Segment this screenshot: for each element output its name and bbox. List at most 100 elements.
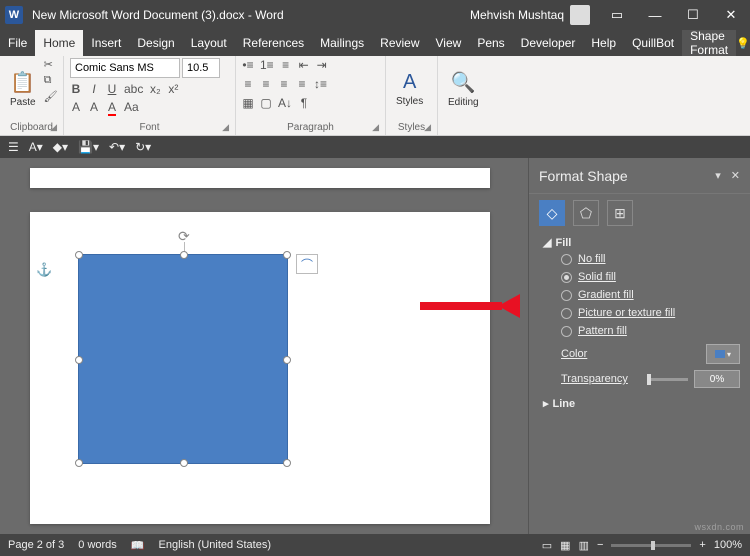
fill-color-button[interactable]: ▾ xyxy=(706,344,740,364)
styles-launcher[interactable]: ◢ xyxy=(424,122,431,133)
shape-rectangle[interactable] xyxy=(78,254,288,464)
fill-section-toggle[interactable]: ◢ Fill xyxy=(543,236,740,249)
strikethrough-button[interactable]: abc xyxy=(124,82,143,96)
transparency-value[interactable]: 0% xyxy=(694,370,740,388)
pane-dropdown[interactable]: ▾ xyxy=(715,169,721,182)
resize-handle-nw[interactable] xyxy=(75,251,83,259)
justify-button[interactable]: ≡ xyxy=(296,77,308,91)
fill-pattern-fill[interactable]: Pattern fill xyxy=(561,325,740,337)
save-qat[interactable]: 💾▾ xyxy=(78,140,99,154)
spellcheck-icon[interactable]: 📖 xyxy=(131,539,145,552)
resize-handle-s[interactable] xyxy=(180,459,188,467)
fill-gradient-fill[interactable]: Gradient fill xyxy=(561,289,740,301)
zoom-level[interactable]: 100% xyxy=(714,539,742,551)
underline-button[interactable]: U xyxy=(106,82,118,96)
transparency-slider[interactable] xyxy=(647,378,688,381)
shading-button[interactable]: ▦ xyxy=(242,96,254,110)
tab-design[interactable]: Design xyxy=(129,30,182,56)
clipboard-launcher[interactable]: ◢ xyxy=(50,122,57,133)
word-count[interactable]: 0 words xyxy=(78,539,117,551)
tab-quillbot[interactable]: QuillBot xyxy=(624,30,682,56)
tab-review[interactable]: Review xyxy=(372,30,427,56)
layout-options-button[interactable]: ⌒ xyxy=(296,254,318,274)
ribbon-options-button[interactable]: ▭ xyxy=(598,0,636,30)
font-size-select[interactable] xyxy=(182,58,220,78)
cut-button[interactable]: ✂ xyxy=(44,58,58,71)
highlight-button[interactable]: A xyxy=(88,100,100,114)
text-effects-button[interactable]: A xyxy=(70,100,82,114)
line-section-toggle[interactable]: ▸ Line xyxy=(543,397,740,410)
align-right-button[interactable]: ≡ xyxy=(278,77,290,91)
fill-no-fill[interactable]: No fill xyxy=(561,253,740,265)
resize-handle-se[interactable] xyxy=(283,459,291,467)
pane-tab-size[interactable]: ⊞ xyxy=(607,200,633,226)
font-color-button[interactable]: A xyxy=(106,100,118,114)
format-painter-button[interactable]: 🖌 xyxy=(44,90,58,103)
resize-handle-n[interactable] xyxy=(180,251,188,259)
close-button[interactable]: ✕ xyxy=(712,0,750,30)
change-case-button[interactable]: Aa xyxy=(124,100,139,114)
fill-solid-fill[interactable]: Solid fill xyxy=(561,271,740,283)
touch-mode-button[interactable]: ☰ xyxy=(8,140,19,154)
numbering-button[interactable]: 1≡ xyxy=(260,58,274,72)
sort-button[interactable]: A↓ xyxy=(278,96,292,110)
maximize-button[interactable]: ☐ xyxy=(674,0,712,30)
zoom-in-button[interactable]: + xyxy=(699,539,705,551)
tab-pens[interactable]: Pens xyxy=(469,30,512,56)
subscript-button[interactable]: x₂ xyxy=(149,82,161,96)
user-account[interactable]: Mehvish Mushtaq xyxy=(470,5,590,25)
tab-shape-format[interactable]: Shape Format xyxy=(682,30,736,56)
web-layout-button[interactable]: ▥ xyxy=(579,539,589,552)
tab-insert[interactable]: Insert xyxy=(83,30,129,56)
paragraph-launcher[interactable]: ◢ xyxy=(372,122,379,133)
font-color-qat[interactable]: A▾ xyxy=(29,140,43,154)
bold-button[interactable]: B xyxy=(70,82,82,96)
tab-references[interactable]: References xyxy=(235,30,312,56)
tab-help[interactable]: Help xyxy=(583,30,624,56)
tab-home[interactable]: Home xyxy=(35,30,83,56)
print-layout-button[interactable]: ▦ xyxy=(560,539,570,552)
font-launcher[interactable]: ◢ xyxy=(222,122,229,133)
undo-qat[interactable]: ↶▾ xyxy=(109,140,125,154)
superscript-button[interactable]: x² xyxy=(167,82,179,96)
zoom-slider[interactable] xyxy=(611,544,691,547)
editing-button[interactable]: 🔍 Editing xyxy=(444,58,483,120)
tab-layout[interactable]: Layout xyxy=(183,30,235,56)
multilevel-button[interactable]: ≡ xyxy=(280,58,292,72)
resize-handle-e[interactable] xyxy=(283,356,291,364)
pane-tab-fill-line[interactable]: ◇ xyxy=(539,200,565,226)
decrease-indent-button[interactable]: ⇤ xyxy=(298,58,310,72)
page-indicator[interactable]: Page 2 of 3 xyxy=(8,539,64,551)
align-center-button[interactable]: ≡ xyxy=(260,77,272,91)
tab-view[interactable]: View xyxy=(428,30,470,56)
resize-handle-ne[interactable] xyxy=(283,251,291,259)
bullets-button[interactable]: •≡ xyxy=(242,58,254,72)
fill-picture-texture-fill[interactable]: Picture or texture fill xyxy=(561,307,740,319)
line-spacing-button[interactable]: ↕≡ xyxy=(314,77,327,91)
tab-developer[interactable]: Developer xyxy=(513,30,584,56)
italic-button[interactable]: I xyxy=(88,82,100,96)
show-marks-button[interactable]: ¶ xyxy=(298,96,310,110)
minimize-button[interactable]: — xyxy=(636,0,674,30)
tell-me-button[interactable]: 💡Tell me xyxy=(736,31,750,55)
resize-handle-sw[interactable] xyxy=(75,459,83,467)
read-mode-button[interactable]: ▭ xyxy=(542,539,552,552)
anchor-icon[interactable]: ⚓ xyxy=(36,262,52,278)
zoom-out-button[interactable]: − xyxy=(597,539,603,551)
font-name-select[interactable] xyxy=(70,58,180,78)
document-area[interactable]: ⚓ ⟳ ⌒ xyxy=(0,158,528,534)
paste-button[interactable]: 📋 Paste xyxy=(6,58,40,120)
language-indicator[interactable]: English (United States) xyxy=(159,539,272,551)
fill-qat[interactable]: ◆▾ xyxy=(53,140,68,154)
increase-indent-button[interactable]: ⇥ xyxy=(316,58,328,72)
resize-handle-w[interactable] xyxy=(75,356,83,364)
pane-close-button[interactable]: ✕ xyxy=(731,169,740,182)
tab-mailings[interactable]: Mailings xyxy=(312,30,372,56)
tab-file[interactable]: File xyxy=(0,30,35,56)
copy-button[interactable]: ⧉ xyxy=(44,74,58,87)
align-left-button[interactable]: ≡ xyxy=(242,77,254,91)
styles-button[interactable]: A Styles xyxy=(392,58,427,120)
redo-qat[interactable]: ↻▾ xyxy=(135,140,151,154)
borders-button[interactable]: ▢ xyxy=(260,96,272,110)
pane-tab-effects[interactable]: ⬠ xyxy=(573,200,599,226)
